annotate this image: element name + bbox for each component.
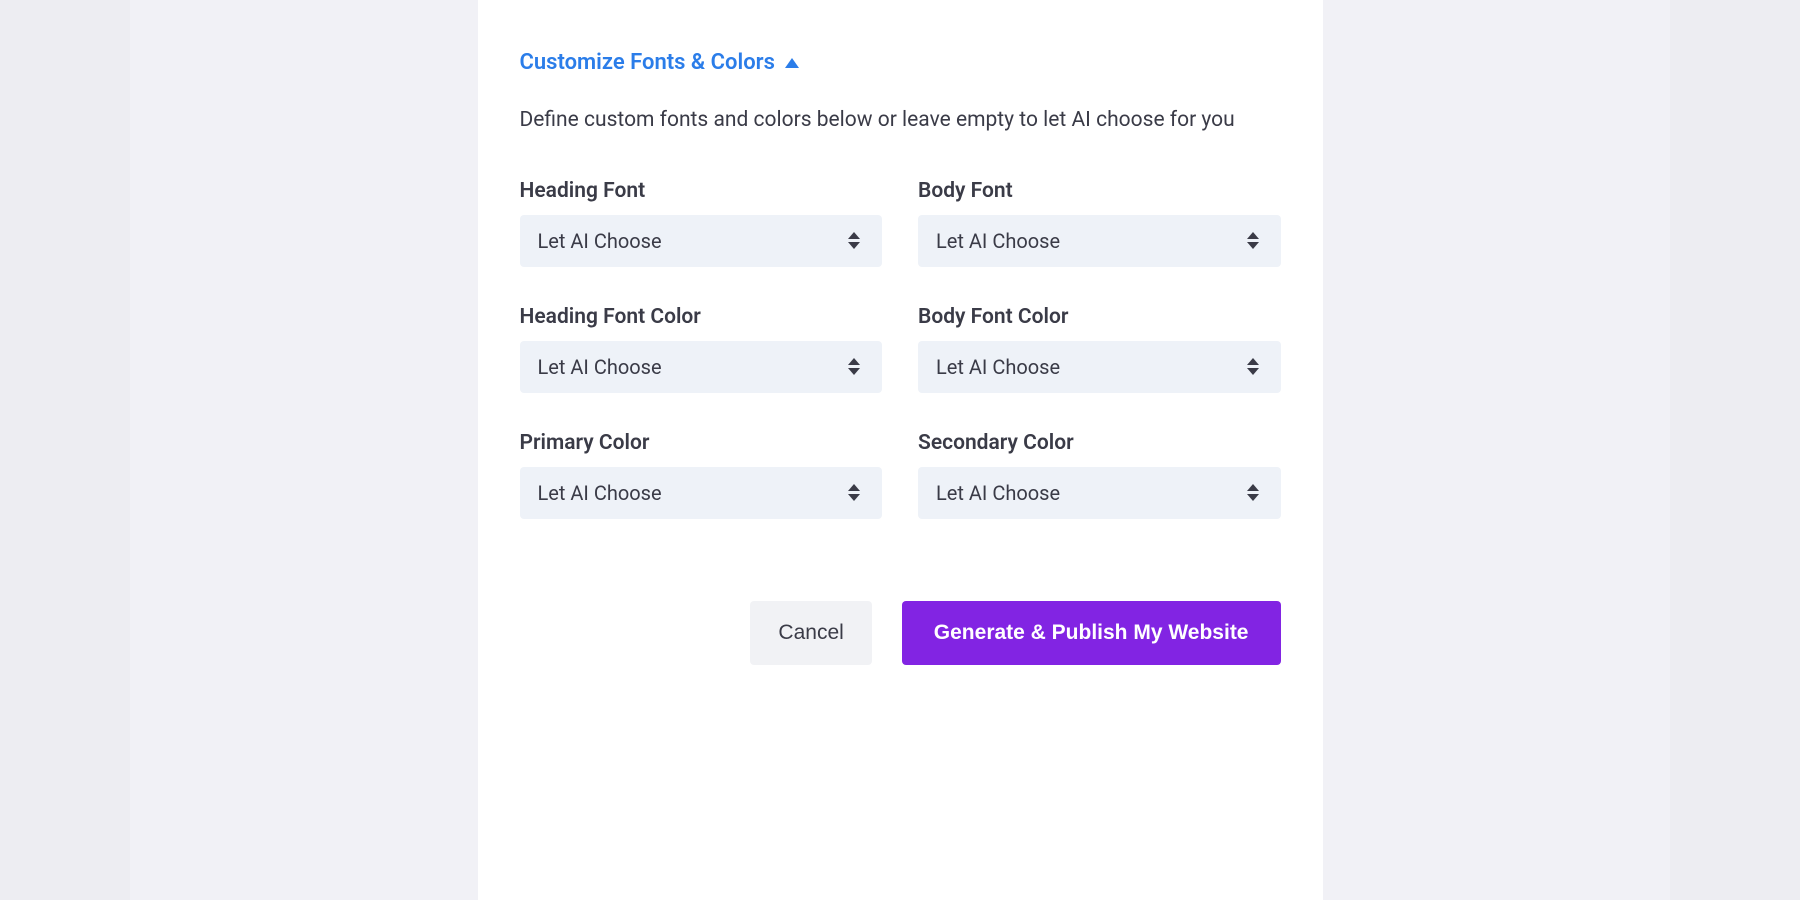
secondary-color-label: Secondary Color [918, 431, 1281, 455]
sort-icon [848, 232, 860, 249]
field-secondary-color: Secondary Color Let AI Choose [918, 431, 1281, 519]
heading-font-color-value: Let AI Choose [538, 355, 662, 379]
fields-grid: Heading Font Let AI Choose Body Font Let… [520, 179, 1281, 519]
caret-up-icon [785, 58, 799, 68]
page-frame: Customize Fonts & Colors Define custom f… [130, 0, 1670, 900]
footer-actions: Cancel Generate & Publish My Website [520, 601, 1281, 665]
field-heading-font: Heading Font Let AI Choose [520, 179, 883, 267]
field-body-font-color: Body Font Color Let AI Choose [918, 305, 1281, 393]
generate-publish-button[interactable]: Generate & Publish My Website [902, 601, 1281, 665]
body-font-color-select[interactable]: Let AI Choose [918, 341, 1281, 393]
primary-color-label: Primary Color [520, 431, 883, 455]
sort-icon [848, 358, 860, 375]
heading-font-select[interactable]: Let AI Choose [520, 215, 883, 267]
body-font-value: Let AI Choose [936, 229, 1060, 253]
primary-color-value: Let AI Choose [538, 481, 662, 505]
cancel-button[interactable]: Cancel [750, 601, 871, 665]
sort-icon [848, 484, 860, 501]
field-primary-color: Primary Color Let AI Choose [520, 431, 883, 519]
primary-color-select[interactable]: Let AI Choose [520, 467, 883, 519]
secondary-color-value: Let AI Choose [936, 481, 1060, 505]
body-font-label: Body Font [918, 179, 1281, 203]
customize-card: Customize Fonts & Colors Define custom f… [478, 0, 1323, 900]
secondary-color-select[interactable]: Let AI Choose [918, 467, 1281, 519]
heading-font-label: Heading Font [520, 179, 883, 203]
collapse-toggle[interactable]: Customize Fonts & Colors [520, 50, 1281, 75]
body-font-color-label: Body Font Color [918, 305, 1281, 329]
body-font-select[interactable]: Let AI Choose [918, 215, 1281, 267]
sort-icon [1247, 358, 1259, 375]
heading-font-color-label: Heading Font Color [520, 305, 883, 329]
section-title: Customize Fonts & Colors [520, 50, 775, 75]
field-body-font: Body Font Let AI Choose [918, 179, 1281, 267]
section-description: Define custom fonts and colors below or … [520, 105, 1260, 137]
heading-font-color-select[interactable]: Let AI Choose [520, 341, 883, 393]
field-heading-font-color: Heading Font Color Let AI Choose [520, 305, 883, 393]
body-font-color-value: Let AI Choose [936, 355, 1060, 379]
sort-icon [1247, 484, 1259, 501]
sort-icon [1247, 232, 1259, 249]
heading-font-value: Let AI Choose [538, 229, 662, 253]
